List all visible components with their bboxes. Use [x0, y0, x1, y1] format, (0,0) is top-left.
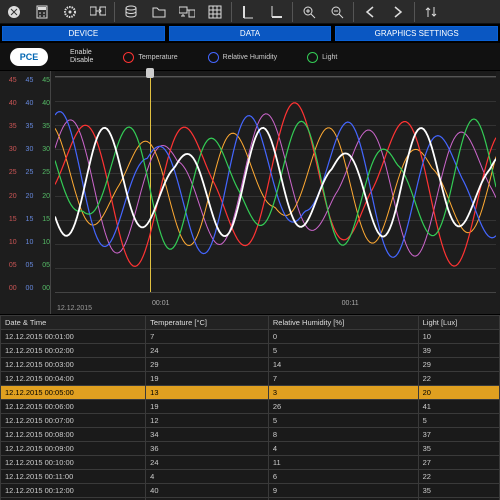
table-header: Date & TimeTemperature [°C]Relative Humi…: [1, 316, 500, 330]
table-row[interactable]: 12.12.2015 00:12:0040935: [1, 484, 500, 498]
display-transfer-icon[interactable]: [173, 0, 201, 24]
toolbar: [0, 0, 500, 24]
database-icon[interactable]: [117, 0, 145, 24]
table-row[interactable]: 12.12.2015 00:03:00291429: [1, 358, 500, 372]
graphics-label: GRAPHICS SETTINGS: [335, 26, 498, 41]
axis-left-icon[interactable]: [234, 0, 262, 24]
arrow-right-icon[interactable]: [384, 0, 412, 24]
table-row[interactable]: 12.12.2015 00:05:0013320: [1, 386, 500, 400]
section-label-bar: DEVICE DATA GRAPHICS SETTINGS: [0, 24, 500, 44]
arrow-left-icon[interactable]: [356, 0, 384, 24]
device-sync-icon[interactable]: [84, 0, 112, 24]
enable-disable-label[interactable]: EnableDisable: [70, 49, 93, 65]
axis-corner-icon[interactable]: [262, 0, 290, 24]
column-header[interactable]: Date & Time: [1, 316, 146, 330]
y-axes: 45403530252015100500 4540353025201510050…: [0, 71, 50, 314]
x-axis: 00:01 00:11 12.12.2015: [55, 292, 496, 314]
legend-temperature[interactable]: Temperature: [123, 52, 177, 63]
data-table: Date & TimeTemperature [°C]Relative Humi…: [0, 315, 500, 500]
folder-icon[interactable]: [145, 0, 173, 24]
column-header[interactable]: Relative Humidity [%]: [268, 316, 418, 330]
legend-bar: PCE EnableDisable Temperature Relative H…: [0, 44, 500, 70]
pce-logo: PCE: [10, 48, 48, 66]
data-label: DATA: [169, 26, 332, 41]
table-grid-icon[interactable]: [201, 0, 229, 24]
chart-area: 45403530252015100500 4540353025201510050…: [0, 70, 500, 315]
chart-lines: [55, 77, 496, 292]
zoom-out-icon[interactable]: [323, 0, 351, 24]
calculator-icon[interactable]: [28, 0, 56, 24]
table-row[interactable]: 12.12.2015 00:07:001255: [1, 414, 500, 428]
table-row[interactable]: 12.12.2015 00:02:0024539: [1, 344, 500, 358]
close-icon[interactable]: [0, 0, 28, 24]
plot-area[interactable]: 00:01 00:11 12.12.2015: [50, 71, 500, 314]
column-header[interactable]: Light [Lux]: [418, 316, 499, 330]
zoom-in-icon[interactable]: [295, 0, 323, 24]
table-row[interactable]: 12.12.2015 00:04:0019722: [1, 372, 500, 386]
table-row[interactable]: 12.12.2015 00:06:00192641: [1, 400, 500, 414]
table-row[interactable]: 12.12.2015 00:10:00241127: [1, 456, 500, 470]
sort-icon[interactable]: [417, 0, 445, 24]
table-row[interactable]: 12.12.2015 00:11:004622: [1, 470, 500, 484]
legend-light[interactable]: Light: [307, 52, 337, 63]
gear-icon[interactable]: [56, 0, 84, 24]
table-row[interactable]: 12.12.2015 00:01:007010: [1, 330, 500, 344]
column-header[interactable]: Temperature [°C]: [146, 316, 269, 330]
device-label: DEVICE: [2, 26, 165, 41]
legend-humidity[interactable]: Relative Humidity: [208, 52, 277, 63]
table-row[interactable]: 12.12.2015 00:08:0034837: [1, 428, 500, 442]
table-row[interactable]: 12.12.2015 00:09:0036435: [1, 442, 500, 456]
